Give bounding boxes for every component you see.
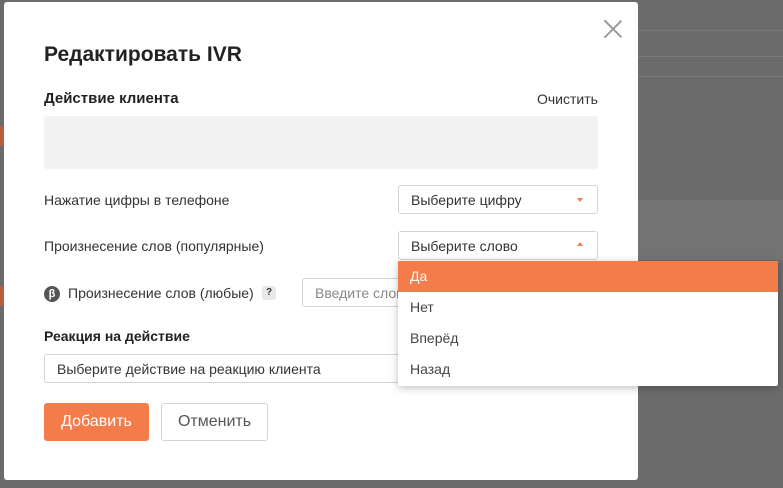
dropdown-option[interactable]: Нет — [398, 292, 778, 323]
dialog-title: Редактировать IVR — [44, 43, 242, 66]
reaction-heading: Реакция на действие — [44, 328, 190, 344]
word-select-dropdown: Да Нет Вперёд Назад — [398, 261, 778, 386]
beta-icon: β — [44, 286, 60, 302]
client-action-field[interactable] — [44, 116, 598, 169]
reaction-select-value: Выберите действие на реакцию клиента — [57, 361, 321, 377]
clear-link[interactable]: Очистить — [537, 91, 598, 107]
add-button[interactable]: Добавить — [44, 403, 149, 441]
chevron-down-icon — [577, 198, 583, 202]
dropdown-option[interactable]: Назад — [398, 354, 778, 385]
digit-press-label: Нажатие цифры в телефоне — [44, 192, 230, 208]
close-icon[interactable] — [600, 16, 626, 42]
word-select[interactable]: Выберите слово — [398, 231, 598, 260]
background-divider — [638, 30, 783, 31]
client-action-heading: Действие клиента — [44, 90, 179, 107]
background-panel — [638, 200, 783, 260]
words-popular-label: Произнесение слов (популярные) — [44, 238, 264, 254]
reaction-select[interactable]: Выберите действие на реакцию клиента — [44, 354, 404, 383]
help-icon[interactable]: ? — [262, 286, 276, 300]
digit-select[interactable]: Выберите цифру — [398, 185, 598, 214]
background-divider — [638, 76, 783, 77]
dropdown-option[interactable]: Вперёд — [398, 323, 778, 354]
words-any-label: Произнесение слов (любые) — [68, 285, 254, 301]
chevron-up-icon — [577, 242, 583, 246]
dropdown-option[interactable]: Да — [398, 261, 778, 292]
edit-ivr-dialog: Редактировать IVR Действие клиента Очист… — [4, 2, 638, 480]
background-divider — [638, 56, 783, 57]
word-select-value: Выберите слово — [411, 238, 518, 254]
digit-select-value: Выберите цифру — [411, 192, 522, 208]
cancel-button[interactable]: Отменить — [161, 403, 268, 441]
